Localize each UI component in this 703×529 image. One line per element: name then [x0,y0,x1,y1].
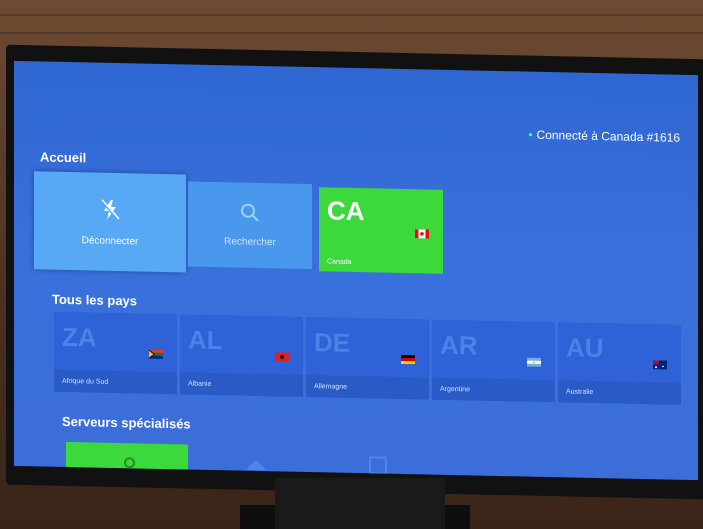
vpn-app-screen: • Connecté à Canada #1616 Accueil Déconne… [14,60,698,481]
country-tile-ar[interactable]: AR Argentine [432,319,555,403]
current-country-code: CA [327,195,365,227]
country-name: Afrique du Sud [62,377,109,386]
country-tile-al[interactable]: AL Albanie [180,314,303,397]
section-title-countries: Tous les pays [52,291,138,309]
country-name: Albanie [188,380,212,388]
connection-status: • Connecté à Canada #1616 [528,128,680,145]
current-server-tile[interactable]: CA Canada [319,187,443,274]
country-tile-za[interactable]: ZA Afrique du Sud [54,311,177,395]
current-country-name: Canada [327,258,352,266]
wood-grain [0,32,703,34]
flash-off-icon [99,198,121,221]
status-dot-icon: • [528,127,533,142]
australia-flag-icon [653,360,667,370]
section-title-specialized: Serveurs spécialisés [62,413,191,432]
tv-stand [275,478,445,529]
country-code: AU [566,332,604,364]
search-icon [241,203,259,222]
south-africa-flag-icon [149,349,163,359]
search-button[interactable]: Rechercher [188,181,312,270]
country-code: AR [440,329,478,361]
disconnect-button[interactable]: Déconnecter [34,171,186,273]
specialized-server-icon [369,456,387,475]
country-tile-au[interactable]: AU Australie [558,322,681,405]
albania-flag-icon [275,352,289,362]
section-title-home: Accueil [40,149,87,166]
canada-flag-icon [415,229,429,239]
search-label: Rechercher [224,236,276,249]
country-tile-de[interactable]: DE Allemagne [306,316,429,400]
status-text: Connecté à Canada #1616 [536,127,680,145]
country-code: AL [188,324,223,356]
country-code: DE [314,327,351,358]
disconnect-label: Déconnecter [81,234,139,247]
country-code: ZA [62,321,97,353]
wood-grain [0,14,703,16]
specialized-server-icon [246,459,266,471]
country-name: Australie [566,388,594,396]
germany-flag-icon [401,354,415,365]
country-name: Argentine [440,385,470,394]
country-name: Allemagne [314,383,348,391]
specialized-server-icon [124,457,135,469]
argentina-flag-icon [527,357,541,367]
country-list: ZA Afrique du Sud AL Albanie DE Allemagn… [54,311,698,406]
